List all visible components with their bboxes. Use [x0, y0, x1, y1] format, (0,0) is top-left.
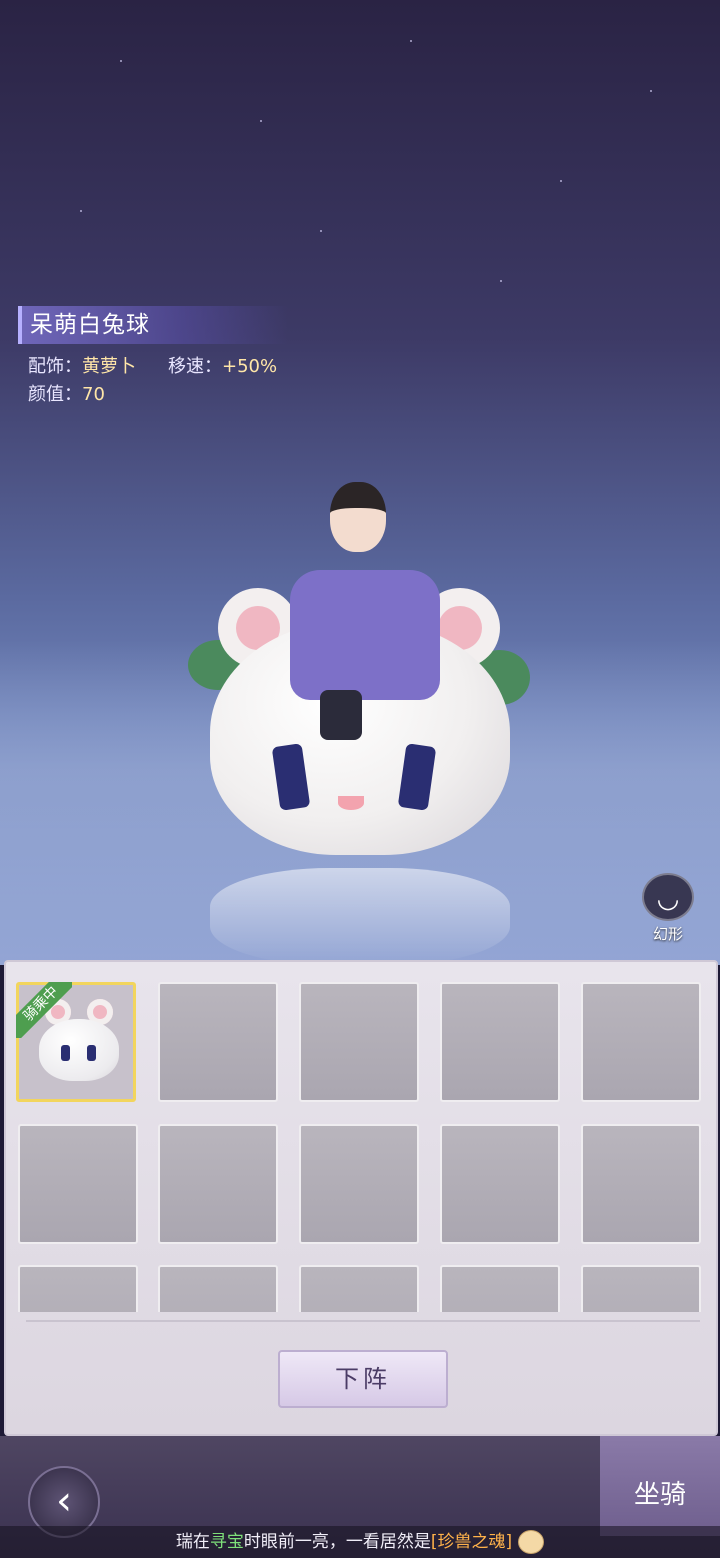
- ticker-highlight-item: [珍兽之魂]: [430, 1532, 513, 1552]
- mount-slot-empty[interactable]: [581, 982, 701, 1102]
- ticker-middle: 时眼前一亮，一看居然是: [243, 1532, 431, 1552]
- speed-stat: 移速：+50%: [168, 352, 277, 378]
- mount-slot-empty[interactable]: [158, 1124, 278, 1244]
- mount-slot-empty[interactable]: [581, 1265, 701, 1312]
- mount-slot-empty[interactable]: [158, 1265, 278, 1312]
- beauty-stat: 颜值：70: [28, 380, 105, 406]
- morph-icon: ◡: [642, 873, 694, 921]
- beauty-label: 颜值：: [28, 384, 82, 405]
- riding-badge-label: 骑乘中: [16, 982, 72, 1038]
- mount-name: 呆萌白兔球: [18, 306, 288, 344]
- star: [560, 180, 562, 182]
- mount-nose: [338, 796, 364, 810]
- divider: [26, 1320, 700, 1322]
- speed-label: 移速：: [168, 356, 222, 377]
- star: [80, 210, 82, 212]
- mount-slot-empty[interactable]: [299, 1265, 419, 1312]
- rider-body: [290, 570, 440, 700]
- unmount-button[interactable]: 下阵: [278, 1350, 448, 1408]
- speed-value: +50%: [222, 356, 278, 377]
- star: [120, 60, 122, 62]
- star: [260, 120, 262, 122]
- mount-slot-empty[interactable]: [581, 1124, 701, 1244]
- mount-selection-panel: 骑乘中 下阵: [4, 960, 718, 1436]
- water-reflection: [210, 868, 510, 965]
- accessory-label: 配饰：: [28, 356, 82, 377]
- beauty-value: 70: [82, 384, 105, 405]
- ticker-prefix: 瑞在: [175, 1532, 210, 1552]
- mount-slot-empty[interactable]: [18, 1265, 138, 1312]
- system-ticker: 瑞在寻宝时眼前一亮，一看居然是[珍兽之魂]: [0, 1526, 720, 1558]
- mount-slot-empty[interactable]: [299, 982, 419, 1102]
- mount-model: [180, 470, 540, 910]
- mount-preview-scene: 呆萌白兔球 配饰：黄萝卜 移速：+50% 颜值：70 ◡ 幻形: [0, 0, 720, 965]
- mount-slot-empty[interactable]: [158, 982, 278, 1102]
- star: [500, 280, 502, 282]
- mount-slot-empty[interactable]: [299, 1124, 419, 1244]
- mount-slot-empty[interactable]: [18, 1124, 138, 1244]
- rider-leg: [320, 690, 362, 740]
- accessory-stat: 配饰：黄萝卜: [28, 352, 136, 378]
- mount-slot-empty[interactable]: [440, 1124, 560, 1244]
- mount-slot-empty[interactable]: [440, 982, 560, 1102]
- star: [650, 90, 652, 92]
- accessory-value: 黄萝卜: [82, 356, 136, 377]
- morph-button[interactable]: ◡ 幻形: [640, 873, 696, 943]
- morph-label: 幻形: [652, 925, 683, 943]
- riding-badge: 骑乘中: [16, 982, 72, 1038]
- mount-slot-empty[interactable]: [440, 1265, 560, 1312]
- star: [410, 40, 412, 42]
- tab-mount[interactable]: 坐骑: [600, 1436, 720, 1536]
- treasure-face-icon: [518, 1530, 545, 1554]
- mount-slot-active[interactable]: 骑乘中: [16, 982, 136, 1102]
- mount-grid: 骑乘中: [16, 982, 706, 1312]
- ticker-highlight-treasure: 寻宝: [209, 1532, 244, 1552]
- rider-head: [330, 482, 386, 552]
- star: [320, 230, 322, 232]
